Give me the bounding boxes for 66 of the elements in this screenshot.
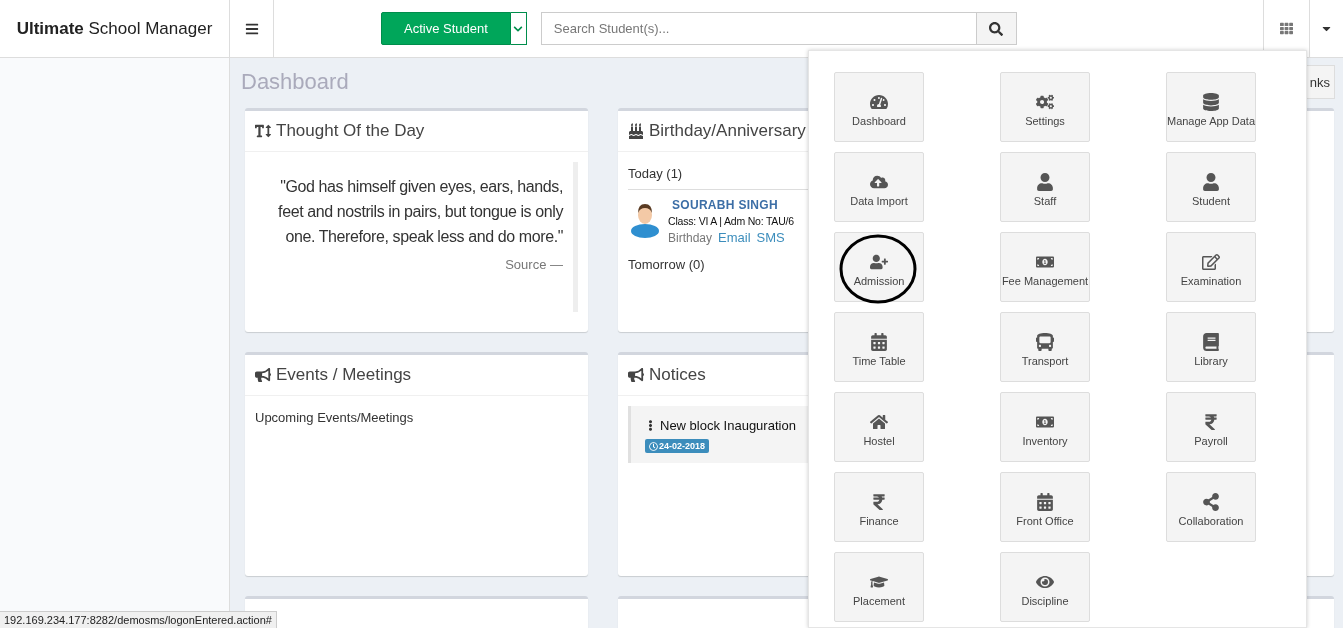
chevron-down-icon	[513, 23, 524, 34]
module-tile[interactable]: Placement	[834, 552, 924, 622]
calendar-icon	[1036, 493, 1054, 511]
search-button[interactable]	[976, 12, 1017, 45]
menu-icon	[244, 21, 259, 36]
module-tile[interactable]: Front Office	[1000, 472, 1090, 542]
module-tile[interactable]: Settings	[1000, 72, 1090, 142]
module-tile[interactable]: Payroll	[1166, 392, 1256, 462]
module-tile[interactable]: Staff	[1000, 152, 1090, 222]
edit-icon	[1202, 253, 1220, 271]
module-tile[interactable]: Collaboration	[1166, 472, 1256, 542]
status-bar: 192.169.234.177:8282/demosms/logonEntered.action#	[0, 611, 277, 628]
events-subtitle: Upcoming Events/Meetings	[255, 410, 415, 425]
rupee-icon	[1202, 413, 1220, 431]
contact-link[interactable]: SMS	[756, 230, 785, 245]
share-icon	[1202, 493, 1220, 511]
today-heading: Today (1)	[628, 166, 684, 181]
megaphone-icon	[255, 367, 271, 383]
rupee-icon	[870, 493, 888, 511]
module-tile[interactable]: Dashboard	[834, 72, 924, 142]
page-title: Dashboard	[241, 69, 349, 95]
database-icon	[1202, 93, 1220, 111]
user-icon	[1202, 173, 1220, 191]
module-tile[interactable]: Discipline	[1000, 552, 1090, 622]
module-tile[interactable]: Transport	[1000, 312, 1090, 382]
module-tile[interactable]: Inventory	[1000, 392, 1090, 462]
module-tile[interactable]: Manage App Data	[1166, 72, 1256, 142]
clock-icon	[649, 441, 658, 451]
cloud-upload-icon	[870, 173, 888, 191]
card-title: Birthday/Anniversary	[649, 121, 806, 141]
card-title: Thought Of the Day	[276, 121, 425, 141]
module-tile[interactable]: Library	[1166, 312, 1256, 382]
date-label: 24-02-2018	[645, 439, 710, 453]
tomorrow-heading: Tomorrow (0)	[628, 257, 705, 272]
megaphone-icon	[628, 367, 644, 383]
grid-icon	[1280, 22, 1293, 35]
book-icon	[1202, 333, 1220, 351]
module-tile[interactable]: Fee Management	[1000, 232, 1090, 302]
text-height-icon	[255, 123, 271, 139]
quote-text: "God has himself given eyes, ears, hands, feet and nostrils in pairs, but tongue is only one. Therefore, speak less and do more."	[277, 177, 563, 247]
card-title: Events / Meetings	[276, 365, 412, 385]
user-icon	[1036, 173, 1054, 191]
search-field[interactable]: Search Student(s)...	[540, 12, 977, 45]
quote-source: Source —	[504, 257, 563, 272]
module-tile[interactable]: Admission	[834, 232, 924, 302]
bus-icon	[1036, 333, 1054, 351]
eye-icon	[1036, 573, 1054, 591]
event-type: Birthday	[668, 231, 713, 245]
module-tile[interactable]: Time Table	[834, 312, 924, 382]
module-tile[interactable]: Student	[1166, 152, 1256, 222]
home-icon	[870, 413, 888, 431]
calendar-icon	[870, 333, 888, 351]
module-tile[interactable]: Finance	[834, 472, 924, 542]
card-title: Notices	[649, 365, 706, 385]
user-plus-icon	[870, 253, 888, 271]
person-details: Class: VI A | Adm No: TAU/6	[668, 215, 794, 227]
cake-icon	[628, 123, 644, 139]
search-icon	[989, 21, 1004, 36]
module-tile[interactable]: Hostel	[834, 392, 924, 462]
module-tile[interactable]: Data Import	[834, 152, 924, 222]
person-name: SOURABH SINGH	[672, 198, 779, 212]
notice-title: New block Inauguration	[660, 418, 796, 433]
contact-link[interactable]: Email	[718, 230, 751, 245]
module-tile[interactable]: Examination	[1166, 232, 1256, 302]
gauge-icon	[870, 93, 888, 111]
gears-icon	[1036, 93, 1054, 111]
